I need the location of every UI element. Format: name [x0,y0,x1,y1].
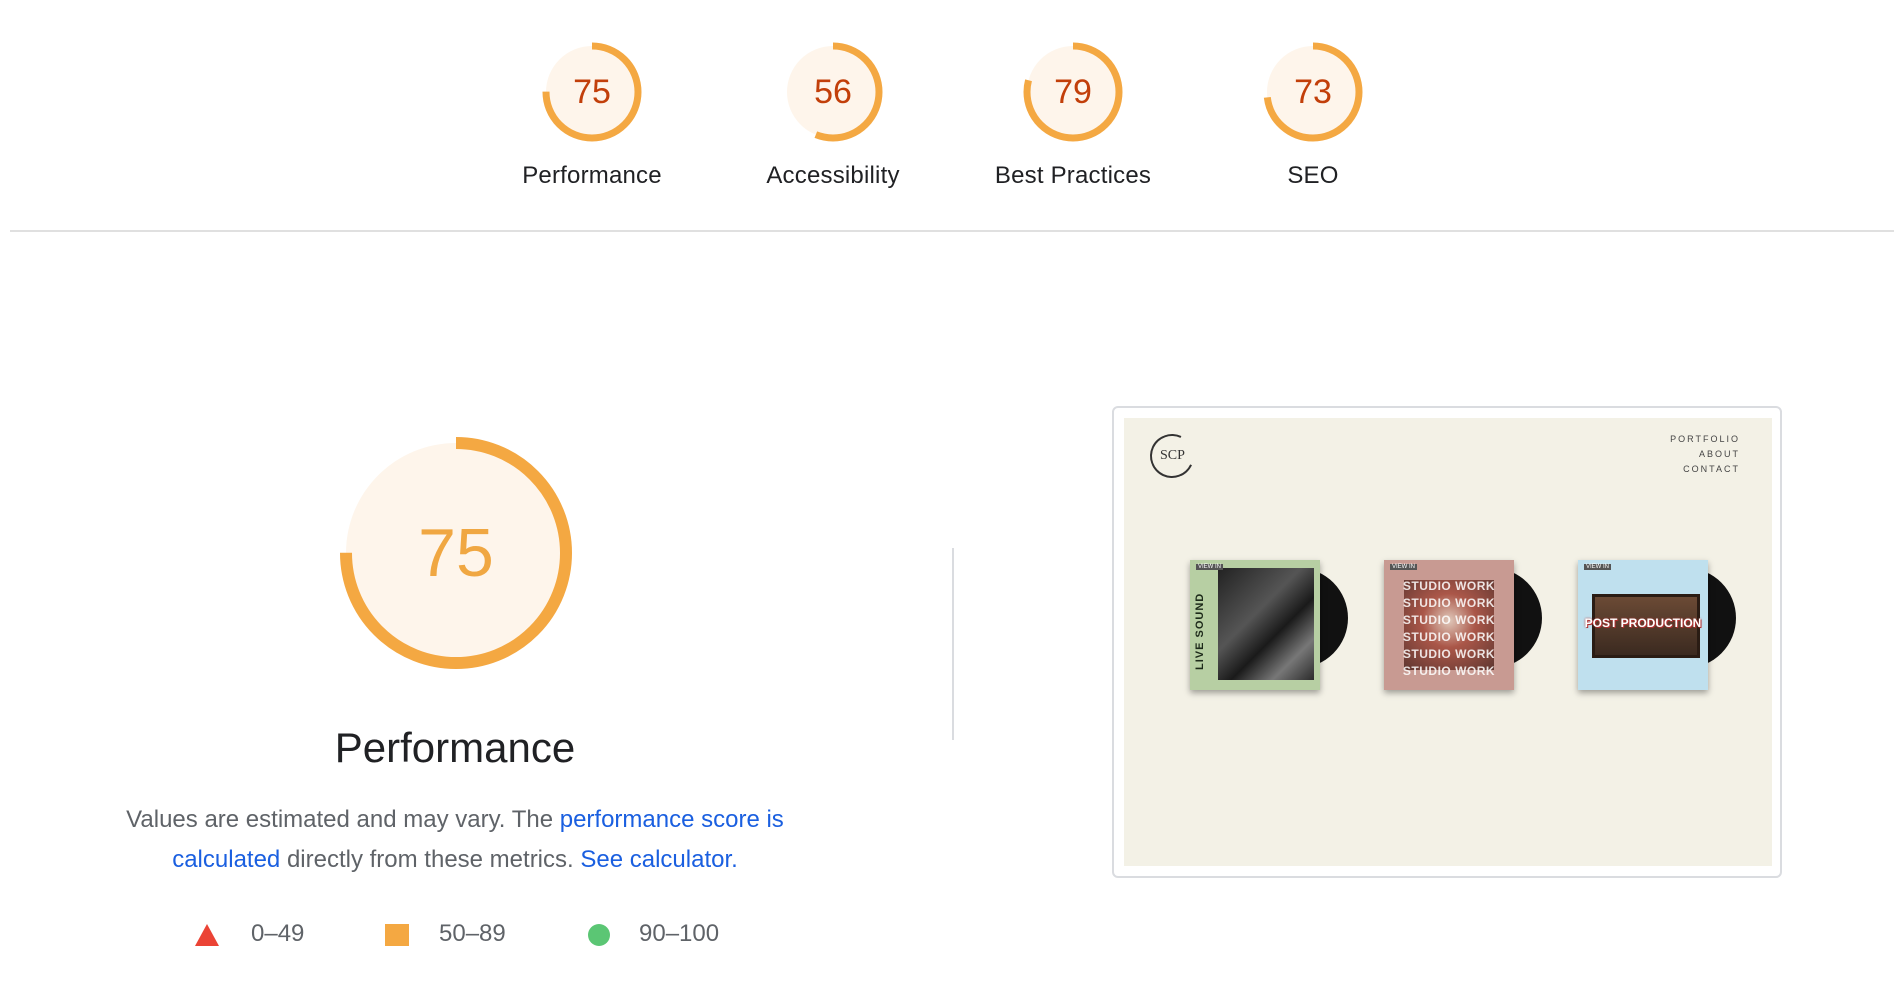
performance-gauge-large-ring: 75 [340,437,572,669]
performance-description-text-2: directly from these metrics. [280,846,581,873]
legend-pass-range: 90–100 [639,920,720,947]
gauge-best-practices[interactable]: 79 Best Practices [973,40,1173,190]
gauge-seo[interactable]: 73 SEO [1213,40,1413,190]
album-cover: VIEW IN LIVE SOUND [1190,560,1320,690]
site-nav-portfolio: PORTFOLIO [1670,434,1740,444]
cover-line: STUDIO WORK [1402,664,1496,678]
site-nav: PORTFOLIO ABOUT CONTACT [1670,432,1740,477]
cover-title-lines: STUDIO WORK STUDIO WORK STUDIO WORK STUD… [1390,578,1508,680]
album-post-production: VIEW IN POST PRODUCTION [1578,560,1738,700]
gauge-seo-ring: 73 [1263,42,1363,142]
cover-tag: VIEW IN [1584,564,1612,570]
performance-score-large: 75 [418,515,494,591]
gauge-seo-score: 73 [1294,73,1332,111]
gauge-performance-ring: 75 [542,42,642,142]
legend-average-range: 50–89 [439,920,506,947]
gauge-best-practices-ring: 79 [1023,42,1123,142]
gauge-accessibility-score: 56 [814,73,852,111]
album-cover: VIEW IN POST PRODUCTION [1578,560,1708,690]
gauge-performance-score: 75 [573,73,611,111]
gauge-best-practices-label: Best Practices [994,162,1152,189]
site-nav-about: ABOUT [1698,449,1740,459]
cover-line: STUDIO WORK [1402,630,1496,644]
site-nav-contact: CONTACT [1683,464,1740,474]
album-cover: VIEW IN STUDIO WORK STUDIO WORK STUDIO W… [1384,560,1514,690]
final-screenshot[interactable]: SCP PORTFOLIO ABOUT CONTACT VIEW IN LIVE… [1112,406,1782,878]
gauge-performance[interactable]: 75 Performance [492,40,692,190]
square-icon [385,924,409,946]
gauge-accessibility-label: Accessibility [766,162,900,189]
cover-title: POST PRODUCTION [1584,616,1702,630]
performance-title: Performance [334,724,576,771]
site-logo: SCP [1143,427,1201,485]
performance-gauge-large: 75 [335,432,577,679]
gauge-seo-label: SEO [1287,162,1339,189]
cover-line: STUDIO WORK [1402,647,1496,661]
legend-fail-range: 0–49 [251,920,305,947]
performance-description: Values are estimated and may vary. The p… [90,800,820,880]
section-divider [10,230,1894,232]
cover-photo [1218,568,1314,680]
gauge-accessibility[interactable]: 56 Accessibility [733,40,933,190]
gauge-best-practices-score: 79 [1054,73,1092,111]
gauge-accessibility-ring: 56 [783,42,883,142]
gauge-performance-label: Performance [522,162,662,189]
cover-line: STUDIO WORK [1402,579,1496,593]
cover-line: STUDIO WORK [1402,613,1496,627]
cover-tag: VIEW IN [1390,564,1418,570]
vertical-divider [952,548,954,740]
site-logo-text: SCP [1159,448,1185,464]
cover-title: LIVE SOUND [1194,592,1206,670]
triangle-icon [195,924,219,946]
album-live-sound: VIEW IN LIVE SOUND [1190,560,1350,700]
category-gauges: 75 Performance 56 Accessibility 79 Best … [0,0,1898,232]
performance-description-text: Values are estimated and may vary. The [126,806,560,833]
cover-line: STUDIO WORK [1402,596,1496,610]
see-calculator-link[interactable]: See calculator. [580,846,737,873]
album-studio-work: VIEW IN STUDIO WORK STUDIO WORK STUDIO W… [1384,560,1544,700]
circle-icon [588,924,610,946]
screenshot-page: SCP PORTFOLIO ABOUT CONTACT VIEW IN LIVE… [1124,418,1772,866]
cover-tag: VIEW IN [1196,564,1224,570]
